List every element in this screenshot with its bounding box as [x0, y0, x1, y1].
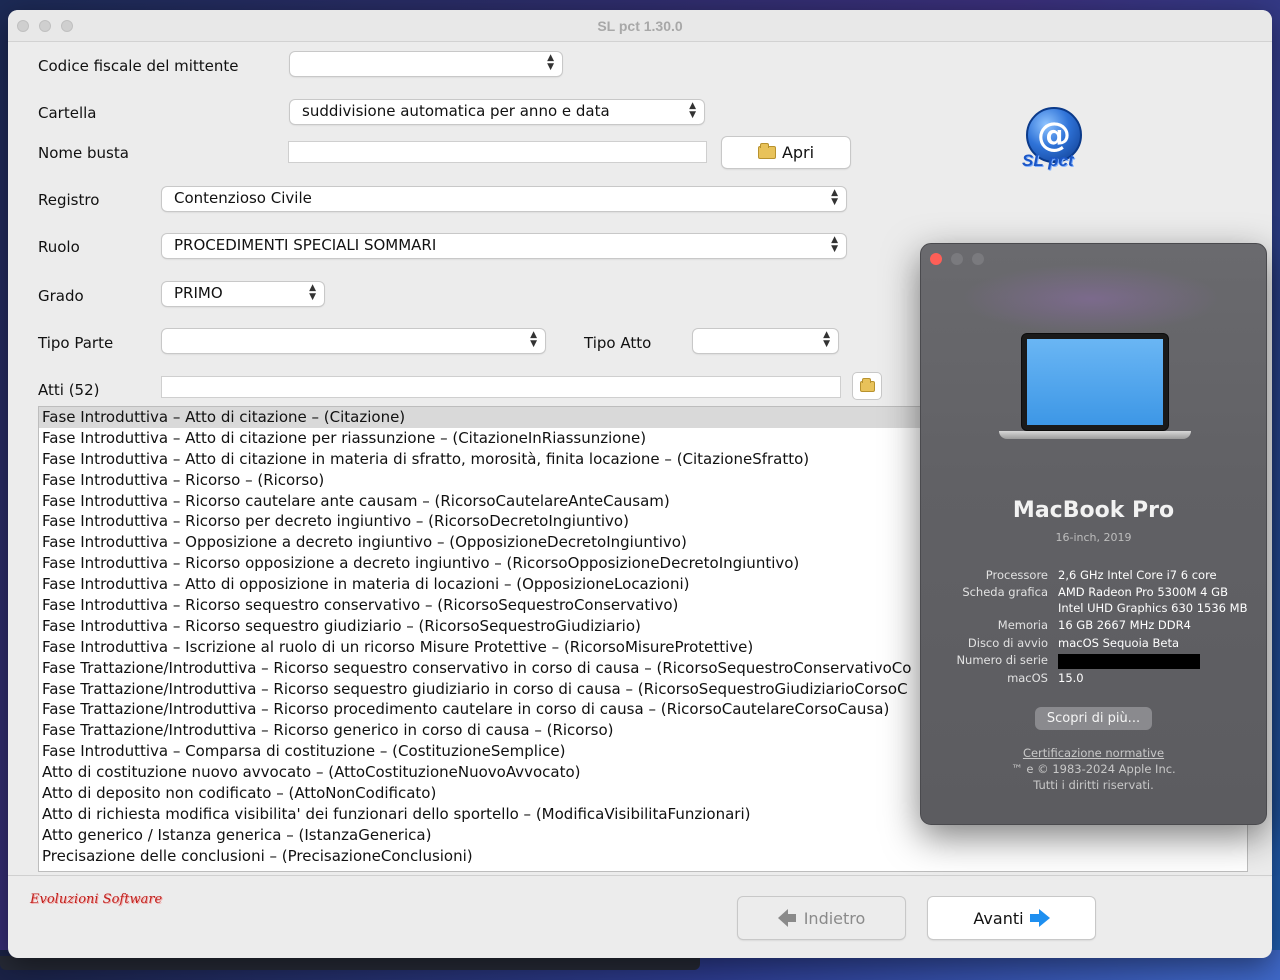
apri-label: Apri — [781, 143, 815, 162]
folder-icon — [757, 143, 776, 159]
cartella-value: suddivisione automatica per anno e data — [302, 102, 610, 120]
macbook-icon — [999, 330, 1191, 450]
spec-key: Disco di avvio — [967, 636, 1048, 650]
model-subtitle: 16-inch, 2019 — [1055, 531, 1132, 544]
indietro-label: Indietro — [803, 908, 866, 928]
indietro-button[interactable]: Indietro — [738, 897, 905, 939]
background-window — [0, 956, 700, 970]
titlebar: SL pct 1.30.0 — [8, 10, 1272, 42]
spec-value: AMD Radeon Pro 5300M 4 GB — [1058, 585, 1228, 599]
model-name: MacBook Pro — [1012, 498, 1175, 523]
codice-fiscale-select[interactable]: ▲ ▼ — [290, 52, 562, 76]
ruolo-value: PROCEDIMENTI SPECIALI SOMMARI — [174, 236, 437, 254]
arrow-right-icon — [1029, 909, 1050, 927]
serial-number-redacted — [1058, 654, 1200, 669]
registro-value: Contenzioso Civile — [174, 189, 312, 207]
folder-search-icon — [859, 377, 875, 392]
scopri-di-piu-button[interactable]: Scopri di più... — [1035, 707, 1152, 730]
grado-select[interactable]: PRIMO ▲ ▼ — [162, 282, 324, 306]
nome-busta-label: Nome busta — [38, 144, 129, 162]
chevron-updown-icon: ▲ ▼ — [689, 101, 696, 120]
spec-value: 16 GB 2667 MHz DDR4 — [1058, 618, 1191, 632]
spec-key: macOS — [1007, 671, 1048, 685]
spec-value: 15.0 — [1058, 671, 1084, 685]
list-item[interactable]: Atto generico / Istanza generica – (Ista… — [39, 825, 1247, 846]
spec-value: macOS Sequoia Beta — [1058, 636, 1179, 650]
list-item[interactable]: Precisazione delle conclusioni – (Precis… — [39, 846, 1247, 867]
chevron-updown-icon: ▲ ▼ — [309, 283, 316, 302]
tipo-parte-label: Tipo Parte — [38, 334, 114, 352]
logo-text: SL pct — [1022, 151, 1074, 170]
spec-key: Scheda grafica — [962, 585, 1048, 599]
codice-fiscale-label: Codice fiscale del mittente — [38, 57, 239, 75]
rights-text: Tutti i diritti riservati. — [1033, 778, 1154, 792]
chevron-updown-icon: ▲ ▼ — [823, 330, 830, 349]
about-minimize-button — [951, 253, 963, 265]
spec-value: 2,6 GHz Intel Core i7 6 core — [1058, 568, 1217, 582]
chevron-updown-icon: ▲ ▼ — [831, 235, 838, 254]
spec-value: Intel UHD Graphics 630 1536 MB — [1058, 601, 1248, 615]
about-zoom-button — [972, 253, 984, 265]
chevron-updown-icon: ▲ ▼ — [547, 53, 554, 72]
about-close-button[interactable] — [930, 253, 942, 265]
laptop-screen — [1027, 339, 1163, 425]
about-this-mac-window: MacBook Pro 16-inch, 2019 Processore 2,6… — [920, 243, 1267, 825]
certificazione-link[interactable]: Certificazione normative — [921, 746, 1266, 760]
spec-key: Memoria — [997, 618, 1048, 632]
window-title: SL pct 1.30.0 — [597, 18, 683, 34]
copyright-text: ™ e © 1983-2024 Apple Inc. — [1011, 762, 1176, 776]
atti-label: Atti (52) — [38, 381, 100, 399]
atti-filter-input[interactable] — [161, 376, 841, 398]
cartella-select[interactable]: suddivisione automatica per anno e data … — [290, 100, 704, 124]
laptop-lid — [1021, 333, 1169, 431]
registro-label: Registro — [38, 191, 100, 209]
registro-select[interactable]: Contenzioso Civile ▲ ▼ — [162, 187, 846, 211]
ruolo-label: Ruolo — [38, 238, 80, 256]
grado-label: Grado — [38, 287, 84, 305]
spec-key: Numero di serie — [956, 653, 1048, 667]
ruolo-select[interactable]: PROCEDIMENTI SPECIALI SOMMARI ▲ ▼ — [162, 234, 846, 258]
footer-divider — [8, 875, 1272, 876]
chevron-updown-icon: ▲ ▼ — [530, 330, 537, 349]
cartella-label: Cartella — [38, 104, 97, 122]
apri-button[interactable]: Apri — [722, 137, 850, 168]
search-folder-button[interactable] — [853, 373, 881, 399]
brand-logo-text: Evoluzioni Software — [30, 892, 163, 907]
tipo-atto-label: Tipo Atto — [584, 334, 652, 352]
nome-busta-input[interactable] — [288, 141, 707, 163]
arrow-left-icon — [777, 909, 796, 927]
grado-value: PRIMO — [174, 284, 223, 302]
spec-key: Processore — [985, 568, 1048, 582]
chevron-updown-icon: ▲ ▼ — [831, 188, 838, 207]
avanti-button[interactable]: Avanti — [928, 897, 1095, 939]
background-glow — [961, 264, 1221, 334]
avanti-label: Avanti — [973, 908, 1024, 928]
tipo-parte-select[interactable]: ▲ ▼ — [162, 329, 545, 353]
laptop-base — [999, 431, 1191, 439]
sl-pct-logo: @ SL pct — [1020, 107, 1090, 177]
tipo-atto-select[interactable]: ▲ ▼ — [693, 329, 838, 353]
